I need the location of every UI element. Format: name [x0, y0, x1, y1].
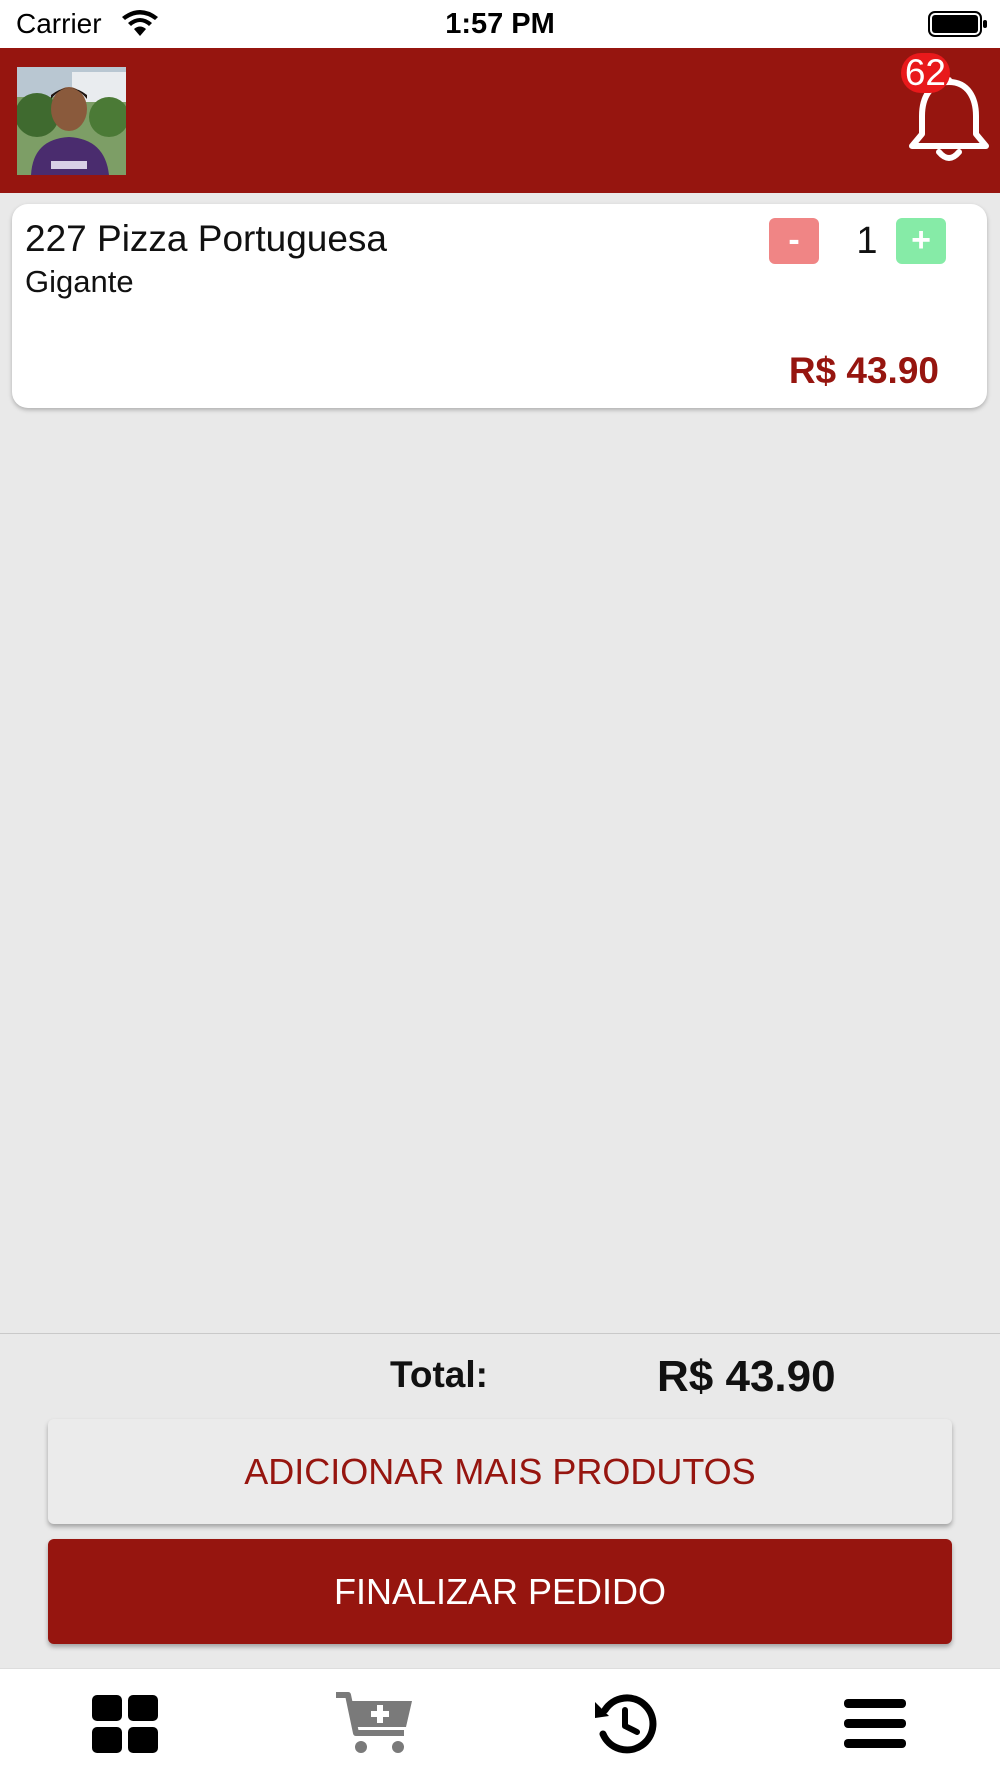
decrease-quantity-button[interactable]: - — [769, 218, 819, 264]
tab-menu[interactable] — [750, 1669, 1000, 1778]
tab-history[interactable] — [500, 1669, 750, 1778]
item-price: R$ 43.90 — [788, 350, 939, 391]
total-value: R$ 43.90 — [657, 1352, 836, 1401]
tab-bar — [0, 1668, 1000, 1778]
app-screen: Carrier 1:57 PM 62 227 Pizza Portuguesa … — [0, 0, 1000, 1778]
tab-products[interactable] — [0, 1669, 250, 1778]
battery-icon — [928, 11, 987, 37]
status-bar: Carrier 1:57 PM — [0, 0, 1000, 48]
grid-icon — [92, 1695, 158, 1753]
total-label: Total: — [390, 1354, 488, 1395]
status-time: 1:57 PM — [445, 8, 555, 40]
menu-icon — [844, 1699, 906, 1748]
order-footer: Total: R$ 43.90 ADICIONAR MAIS PRODUTOS … — [0, 1333, 1000, 1668]
finish-order-button[interactable]: FINALIZAR PEDIDO — [48, 1539, 952, 1644]
history-icon — [595, 1694, 657, 1754]
cart-add-icon — [336, 1692, 412, 1753]
avatar[interactable] — [17, 67, 126, 175]
increase-quantity-button[interactable]: + — [896, 218, 946, 264]
tab-cart[interactable] — [250, 1669, 500, 1778]
add-more-products-button[interactable]: ADICIONAR MAIS PRODUTOS — [48, 1419, 952, 1524]
item-name: 227 Pizza Portuguesa — [25, 218, 388, 259]
item-size: Gigante — [25, 264, 134, 299]
item-quantity: 1 — [856, 220, 878, 262]
app-header: 62 — [0, 48, 1000, 193]
cart-item-card: 227 Pizza Portuguesa Gigante - 1 + R$ 43… — [12, 204, 987, 408]
notification-badge: 62 — [900, 53, 950, 93]
